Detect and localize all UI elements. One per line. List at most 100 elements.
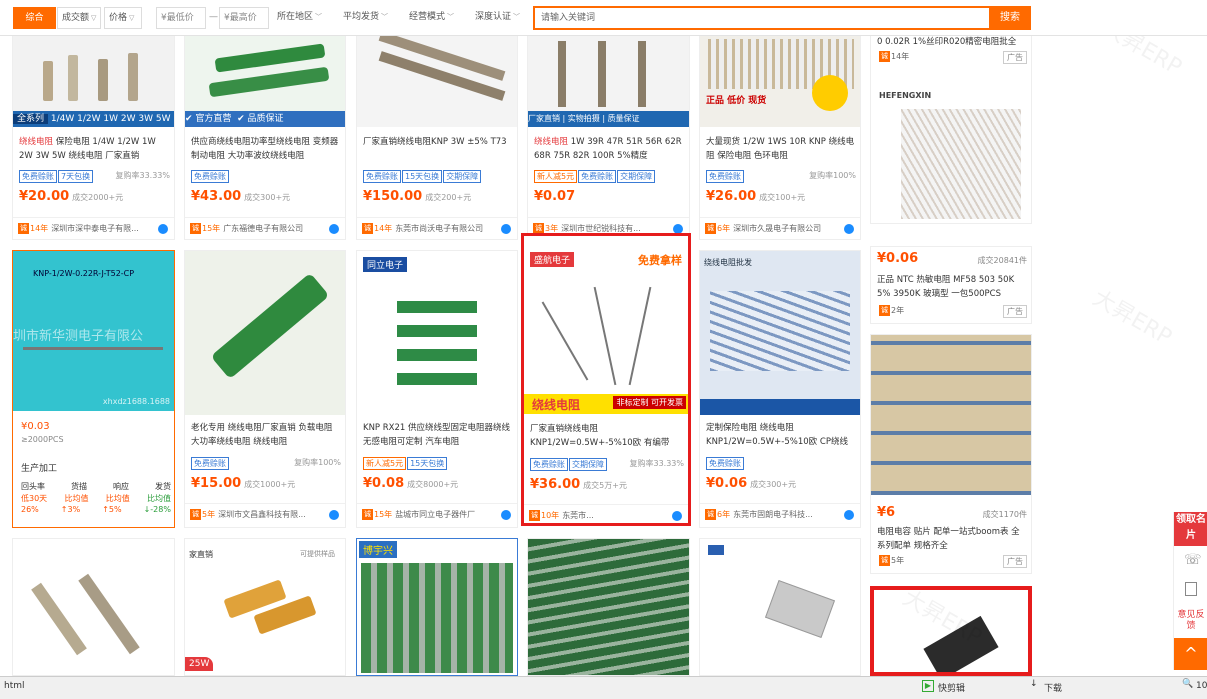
- ad-card[interactable]: 0 0.02R 1%丝印R020精密电阻批全 诚 14年 广告 HEFENGXIN: [870, 30, 1032, 224]
- product-image[interactable]: KNP-1/2W-0.22R-J-T52-CP 圳市新华测电子有限公 xhxdz…: [13, 251, 174, 411]
- chat-icon[interactable]: [329, 510, 339, 520]
- product-card[interactable]: 厂家直销绕线电阻KNP 3W ±5% T73 免费赊账 15天包换 交期保障 ¥15…: [356, 30, 518, 240]
- zoom-icon[interactable]: 🔍: [1182, 679, 1193, 689]
- chat-icon[interactable]: [501, 510, 511, 520]
- search-button[interactable]: 搜索: [989, 6, 1031, 30]
- filter-location[interactable]: 所在地区 ﹀: [273, 7, 331, 29]
- max-price-input[interactable]: ¥最高价: [219, 7, 269, 29]
- tag: 交期保障: [443, 170, 482, 183]
- shop-name[interactable]: 东莞市...: [562, 511, 594, 520]
- min-price-input[interactable]: ¥最低价: [156, 7, 206, 29]
- shop-name[interactable]: 深圳市深中泰电子有限...: [51, 224, 139, 233]
- product-card[interactable]: 同立电子 KNP RX21 供应绕线型固定电阻器绕线无感电阻可定制 汽车电阻 新…: [356, 250, 518, 528]
- deal-volume: 成交300+元: [244, 193, 291, 202]
- stat-value: ↓-28%: [143, 505, 171, 514]
- filter-price[interactable]: 价格 ▽: [104, 7, 142, 29]
- product-title[interactable]: 绕线电阻 保险电阻 1/4W 1/2W 1W 2W 3W 5W 绕线电阻 厂家直…: [19, 135, 170, 163]
- product-image[interactable]: [871, 335, 1031, 495]
- product-title[interactable]: 大量现货 1/2W 1WS 10R KNP 绕线电阻 保险电阻 色环电阻: [706, 135, 856, 163]
- product-image[interactable]: 正品 低价 现货: [700, 31, 860, 127]
- chat-icon[interactable]: [844, 510, 854, 520]
- product-title[interactable]: 厂家直销绕线电阻KNP 3W ±5% T73: [363, 135, 513, 163]
- chat-icon[interactable]: [672, 511, 682, 521]
- product-image[interactable]: ✔ 官方直营 ✔ 品质保证: [185, 31, 345, 127]
- shop-name[interactable]: 深圳市文昌鑫科技有限...: [218, 510, 306, 519]
- download-icon[interactable]: ↓: [1030, 679, 1038, 689]
- product-title[interactable]: 绕线电阻 1W 39R 47R 51R 56R 62R 68R 75R 82R …: [534, 135, 685, 163]
- banner-text: 品质保证: [247, 114, 284, 124]
- shop-row[interactable]: 诚 14年 深圳市深中泰电子有限...: [13, 217, 174, 239]
- ad-card[interactable]: ¥0.06 成交20841件 正品 NTC 热敏电阻 MF58 503 50K …: [870, 246, 1032, 324]
- repurchase-rate: 复购率33.33%: [115, 171, 170, 180]
- filter-sales[interactable]: 成交额 ▽: [57, 7, 101, 29]
- product-card[interactable]: 老化专用 绕线电阻厂家直销 负载电阻 大功率绕线电阻 绕线电阻 免费赊账 复购率1…: [184, 250, 346, 528]
- product-card[interactable]: 博宇兴: [356, 538, 518, 676]
- product-image[interactable]: 绕线电阻批发: [700, 251, 860, 415]
- product-card[interactable]: ✔ 官方直营 ✔ 品质保证 供应商绕线电阻功率型绕线电阻 变频器制动电阻 大功率…: [184, 30, 346, 240]
- shop-row[interactable]: 诚 15年 广东福德电子有限公司: [185, 217, 345, 239]
- filter-deep-cert[interactable]: 深度认证 ﹀: [471, 7, 529, 29]
- phone-icon[interactable]: [1185, 582, 1197, 596]
- product-card[interactable]: [699, 538, 861, 676]
- product-title[interactable]: 0 0.02R 1%丝印R020精密电阻批全: [877, 35, 1027, 49]
- product-card[interactable]: 全系列 1/4W 1/2W 1W 2W 3W 5W 绕线电阻 保险电阻 1/4W…: [12, 30, 175, 240]
- product-image[interactable]: [357, 31, 517, 127]
- product-title[interactable]: 供应商绕线电阻功率型绕线电阻 变频器制动电阻 大功率波纹绕线电阻: [191, 135, 341, 163]
- filter-business-mode[interactable]: 经营模式 ﹀: [405, 7, 467, 29]
- filter-avg-ship[interactable]: 平均发货 ﹀: [339, 7, 401, 29]
- product-image[interactable]: 全系列 1/4W 1/2W 1W 2W 3W 5W: [13, 31, 174, 127]
- product-card[interactable]: [870, 586, 1032, 676]
- shop-name[interactable]: 深圳市久晟电子有限公司: [733, 224, 821, 233]
- membership-icon: 诚: [529, 510, 540, 521]
- chat-icon[interactable]: [501, 224, 511, 234]
- shop-name[interactable]: 东莞市固朗电子科技...: [733, 510, 813, 519]
- product-image[interactable]: 盛航电子 免费拿样 绕线电阻 非标定制 可开发票: [524, 236, 688, 414]
- product-title[interactable]: 电阻电容 贴片 配单一站式boom表 全系列配单 规格齐全: [877, 525, 1027, 553]
- product-image[interactable]: [185, 251, 345, 415]
- shop-row[interactable]: 诚 15年 盐城市同立电子器件厂: [357, 503, 517, 525]
- product-card[interactable]: [12, 538, 175, 676]
- chat-icon[interactable]: [158, 224, 168, 234]
- tag: 免费赊账: [706, 170, 744, 183]
- shop-row[interactable]: 诚 6年 深圳市久晟电子有限公司: [700, 217, 860, 239]
- resistor-image: [31, 582, 87, 656]
- product-title[interactable]: KNP RX21 供应绕线型固定电阻器绕线无感电阻可定制 汽车电阻: [363, 421, 513, 449]
- product-card[interactable]: 正品 低价 现货 大量现货 1/2W 1WS 10R KNP 绕线电阻 保险电阻…: [699, 30, 861, 240]
- shop-name[interactable]: 广东福德电子有限公司: [223, 224, 303, 233]
- product-title[interactable]: 定制保险电阻 绕线电阻 KNP1/2W=0.5W+-5%10欧 CP绕线: [706, 421, 856, 449]
- brand-label: 同立电子: [363, 257, 408, 272]
- shop-row[interactable]: 诚 14年 东莞市尚沃电子有限公司: [357, 217, 517, 239]
- product-card[interactable]: [527, 538, 690, 676]
- product-image[interactable]: 同立电子: [357, 251, 517, 415]
- back-to-top-button[interactable]: ^: [1174, 638, 1207, 670]
- clip-icon[interactable]: ▶: [922, 680, 934, 692]
- shop-row[interactable]: 诚 6年 东莞市固朗电子科技...: [700, 503, 860, 525]
- download-button[interactable]: 下载: [1044, 681, 1062, 694]
- filter-comprehensive[interactable]: 综合: [13, 7, 56, 29]
- shop-row[interactable]: 诚 10年 东莞市...: [524, 504, 688, 523]
- shop-name[interactable]: 盐城市同立电子器件厂: [395, 510, 475, 519]
- ad-card[interactable]: ¥6 成交1170件 电阻电容 贴片 配单一站式boom表 全系列配单 规格齐全…: [870, 334, 1032, 574]
- shop-name[interactable]: 东莞市尚沃电子有限公司: [395, 224, 483, 233]
- sort-icon: ▽: [91, 14, 97, 22]
- product-title[interactable]: 厂家直销绕线电阻 KNP1/2W=0.5W+-5%10欧 有编带: [530, 422, 684, 450]
- product-card[interactable]: 厂家直销 | 实物拍摄 | 质量保证 绕线电阻 1W 39R 47R 51R 5…: [527, 30, 690, 240]
- product-card-highlighted[interactable]: 盛航电子 免费拿样 绕线电阻 非标定制 可开发票 厂家直销绕线电阻 KNP1/2…: [521, 233, 691, 526]
- tag: 15天包换: [407, 457, 448, 470]
- chat-icon[interactable]: [844, 224, 854, 234]
- product-card[interactable]: 家直销 可提供样品 25W: [184, 538, 346, 676]
- feedback-button[interactable]: 意见反馈: [1174, 610, 1207, 632]
- headset-icon[interactable]: ☏: [1184, 552, 1202, 568]
- product-title[interactable]: 正品 NTC 热敏电阻 MF58 503 50K 5% 3950K 玻璃型 一包…: [877, 273, 1027, 301]
- product-image[interactable]: 厂家直销 | 实物拍摄 | 质量保证: [528, 31, 689, 127]
- shop-name[interactable]: 深圳市世纪锐科技有...: [561, 224, 641, 233]
- product-image[interactable]: [901, 109, 1021, 219]
- get-card-button[interactable]: 领取名片: [1174, 512, 1207, 546]
- product-card[interactable]: 绕线电阻批发 定制保险电阻 绕线电阻 KNP1/2W=0.5W+-5%10欧 C…: [699, 250, 861, 528]
- chat-icon[interactable]: [329, 224, 339, 234]
- product-title[interactable]: 老化专用 绕线电阻厂家直销 负载电阻 大功率绕线电阻 绕线电阻: [191, 421, 341, 449]
- search-input[interactable]: 请输入关键词: [533, 6, 991, 30]
- quick-clip-button[interactable]: 快剪辑: [938, 681, 965, 694]
- shop-ad-card[interactable]: KNP-1/2W-0.22R-J-T52-CP 圳市新华测电子有限公 xhxdz…: [12, 250, 175, 528]
- shop-row[interactable]: 诚 5年 深圳市文昌鑫科技有限...: [185, 503, 345, 525]
